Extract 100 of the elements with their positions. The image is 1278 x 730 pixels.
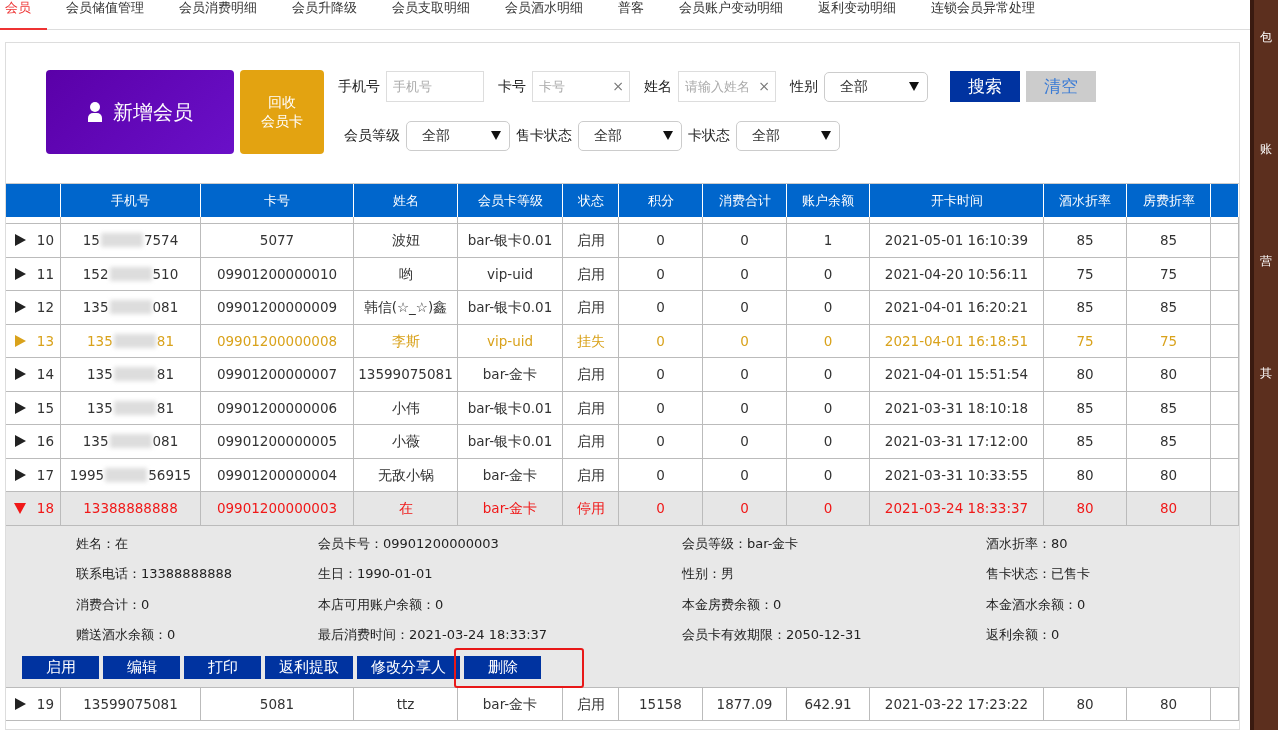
table-cell: 0 (787, 257, 870, 290)
phone-start-text: 135 (82, 432, 109, 452)
table-cell: 85 (1044, 425, 1127, 458)
select-field[interactable]: 全部 (736, 120, 840, 151)
row-number: 13 (36, 331, 54, 351)
table-cell: 启用 (563, 291, 619, 324)
phone-end-text: 81 (156, 398, 174, 418)
table-cell: 启用 (563, 358, 619, 391)
action-button[interactable]: 删除 (464, 655, 541, 679)
table-cell: 5081 (201, 687, 354, 720)
table-cell: bar-金卡 (458, 358, 563, 391)
table-cell: 09901200000009 (201, 291, 354, 324)
phone-end-text: 81 (156, 365, 174, 385)
table-cell: 0 (619, 458, 703, 491)
detail-text: 会员等级：bar-金卡 (682, 534, 800, 553)
blurred-area (109, 266, 152, 281)
table-cell: 0 (703, 358, 787, 391)
field-label: 会员等级 (344, 126, 400, 145)
tab[interactable]: 会员支取明细 (387, 0, 486, 30)
expand-arrow-icon[interactable] (14, 267, 26, 280)
select-field[interactable]: 全部 (406, 120, 510, 151)
table-cell: 85 (1044, 291, 1127, 324)
table-cell: 1877.09 (703, 687, 787, 720)
detail-text: 本店可用账户余额：0 (318, 595, 445, 614)
phone-start-text: 135 (87, 331, 113, 351)
table-cell: 0 (703, 391, 787, 424)
phone-end-text: 56915 (148, 465, 192, 485)
table-cell: 0 (619, 291, 703, 324)
select-field[interactable]: 全部 (824, 71, 928, 102)
tab[interactable]: 会员储值管理 (61, 0, 160, 30)
blurred-area (109, 434, 152, 449)
field-label: 卡号 (498, 77, 526, 96)
table-cell: 2021-04-01 15:51:54 (870, 358, 1044, 391)
expand-arrow-icon[interactable] (14, 234, 26, 247)
user-icon (87, 101, 103, 123)
action-button[interactable]: 修改分享人 (357, 655, 460, 679)
table-cell: 80 (1044, 687, 1127, 720)
table-cell: 2021-04-01 16:20:21 (870, 291, 1044, 324)
side-label: 账 (1260, 141, 1272, 158)
table-cell: 80 (1127, 358, 1211, 391)
action-button[interactable]: 返利提取 (265, 655, 353, 679)
table-cell: 09901200000006 (201, 391, 354, 424)
tab[interactable]: 会员酒水明细 (500, 0, 599, 30)
action-button[interactable]: 打印 (184, 655, 261, 679)
row-number: 12 (36, 298, 54, 318)
add-member-button[interactable]: 新增会员 (46, 70, 234, 154)
phone-end-text: 081 (152, 432, 179, 452)
tab[interactable]: 会员升降级 (287, 0, 373, 30)
table-cell: 80 (1127, 492, 1211, 525)
table-cell: 85 (1044, 224, 1127, 257)
table-cell: 13599075081 (61, 687, 201, 720)
search-button[interactable]: 搜索 (950, 71, 1020, 102)
collapse-arrow-icon[interactable] (14, 502, 26, 515)
table-cell: 在 (354, 492, 458, 525)
row-number: 18 (36, 499, 54, 519)
table-cell: 2021-03-31 10:33:55 (870, 458, 1044, 491)
detail-text: 返利余额：0 (986, 626, 1061, 644)
table-cell: ttz (354, 687, 458, 720)
blurred-area (100, 233, 143, 248)
table-cell: 2021-03-24 18:33:37 (870, 492, 1044, 525)
tab[interactable]: 普客 (613, 0, 660, 30)
table-cell: bar-金卡 (458, 458, 563, 491)
table-cell: 2021-04-20 10:56:11 (870, 257, 1044, 290)
table-cell: 13388888888 (61, 492, 201, 525)
action-button[interactable]: 启用 (22, 655, 99, 679)
clear-icon[interactable]: × (612, 77, 624, 95)
tab[interactable]: 会员消费明细 (174, 0, 273, 30)
expand-arrow-icon[interactable] (14, 368, 26, 381)
action-button[interactable]: 编辑 (103, 655, 180, 679)
table-cell: 0 (619, 324, 703, 357)
column-header: 房费折率 (1127, 184, 1211, 217)
field-label: 卡状态 (688, 126, 730, 145)
select-field[interactable]: 全部 (578, 120, 682, 151)
tab[interactable]: 连锁会员异常处理 (926, 0, 1051, 30)
tab[interactable]: 会员 (0, 0, 47, 30)
detail-text: 售卡状态：已售卡 (986, 565, 1091, 583)
table-cell: 2021-05-01 16:10:39 (870, 224, 1044, 257)
table-cell: 0 (703, 224, 787, 257)
expand-arrow-icon[interactable] (14, 301, 26, 314)
dropdown-arrow-icon (491, 131, 501, 140)
input-field[interactable]: 手机号 (386, 71, 484, 102)
table-cell: 0 (787, 492, 870, 525)
table-cell: 2021-03-22 17:23:22 (870, 687, 1044, 720)
table-cell: 启用 (563, 391, 619, 424)
table-cell: 80 (1044, 458, 1127, 491)
field-label: 性别 (790, 77, 818, 96)
expand-arrow-icon[interactable] (14, 435, 26, 448)
expand-arrow-icon[interactable] (14, 697, 26, 710)
row-number: 16 (36, 432, 54, 452)
expand-arrow-icon[interactable] (14, 468, 26, 481)
table-cell: 80 (1127, 687, 1211, 720)
table-cell: 642.91 (787, 687, 870, 720)
table-cell: 1 (787, 224, 870, 257)
detail-text: 生日：1990-01-01 (318, 565, 434, 583)
tab[interactable]: 返利变动明细 (813, 0, 912, 30)
table-cell: 0 (703, 458, 787, 491)
tab[interactable]: 会员账户变动明细 (674, 0, 799, 30)
table-cell: 80 (1044, 492, 1127, 525)
clear-icon[interactable]: × (758, 77, 770, 95)
expand-arrow-icon[interactable] (14, 401, 26, 414)
